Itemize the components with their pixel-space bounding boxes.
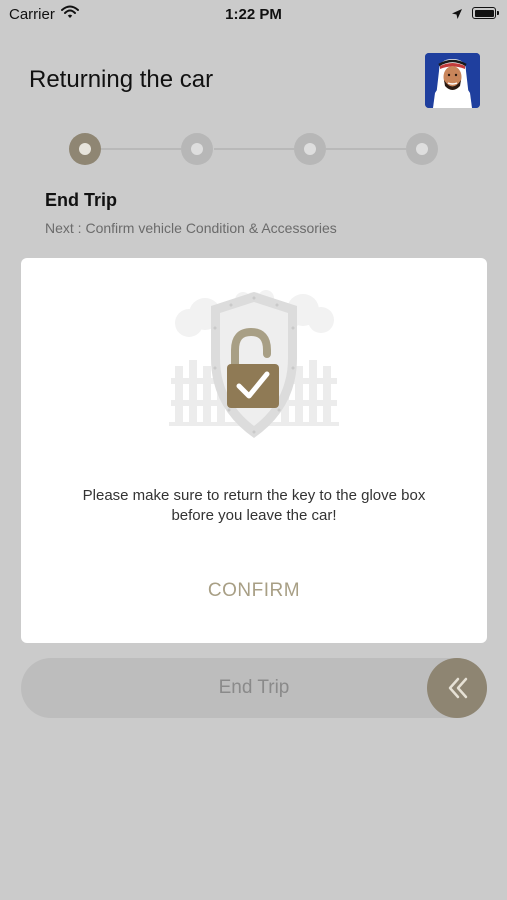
- step-indicator-2: [181, 133, 213, 165]
- current-step-title: End Trip: [45, 190, 117, 210]
- double-chevron-left-icon: [448, 677, 468, 699]
- next-step-text: Next : Confirm vehicle Condition & Acces…: [45, 220, 337, 236]
- modal-message: Please make sure to return the key to th…: [41, 486, 467, 526]
- progress-stepper: [0, 131, 507, 167]
- avatar[interactable]: [425, 53, 480, 108]
- status-bar: Carrier 1:22 PM: [0, 0, 507, 28]
- step-connector: [326, 148, 406, 150]
- confirm-button[interactable]: CONFIRM: [154, 574, 354, 606]
- step-indicator-1: [69, 133, 101, 165]
- step-indicator-3: [294, 133, 326, 165]
- step-connector: [101, 148, 181, 150]
- shield-unlocked-padlock-check-icon: [169, 288, 339, 443]
- end-trip-slider[interactable]: End Trip: [21, 658, 487, 718]
- step-connector: [214, 148, 294, 150]
- page-title: Returning the car: [29, 66, 214, 93]
- slider-handle[interactable]: [427, 658, 487, 718]
- modal-message-line-1: Please make sure to return the key to th…: [82, 487, 426, 504]
- return-key-dialog: Please make sure to return the key to th…: [21, 258, 487, 643]
- clock-time: 1:22 PM: [225, 6, 282, 23]
- end-trip-slider-label: End Trip: [218, 677, 290, 698]
- battery-icon: [472, 7, 499, 19]
- modal-message-line-2: before you leave the car!: [171, 507, 337, 524]
- location-arrow-icon: [451, 7, 463, 25]
- step-indicator-4: [406, 133, 438, 165]
